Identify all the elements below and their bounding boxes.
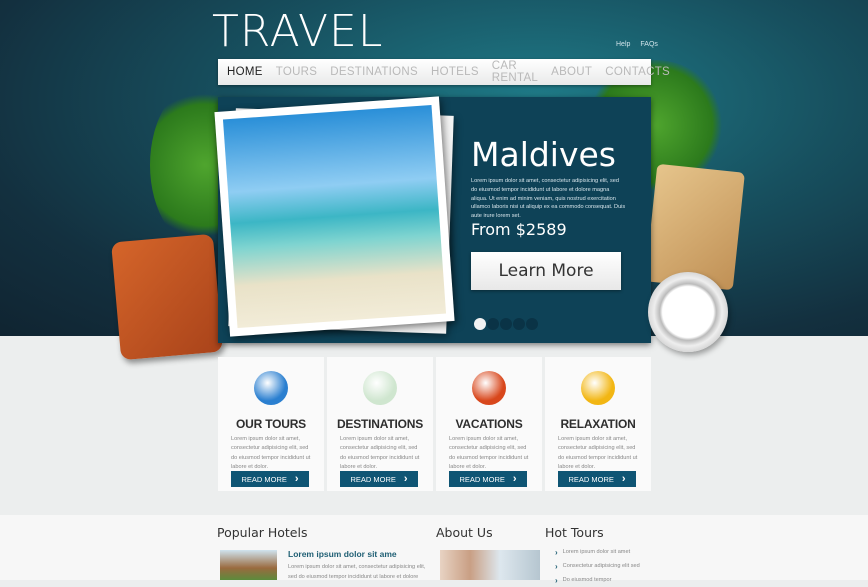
beach-image — [222, 104, 447, 329]
feature-text: Lorem ipsum dolor sit amet, consectetur … — [231, 436, 311, 470]
read-more-button[interactable]: READ MORE › — [558, 471, 636, 487]
nav-hotels[interactable]: HOTELS — [431, 66, 479, 78]
globe-icon — [254, 371, 288, 405]
slider-pagination — [474, 318, 538, 330]
slide-dot[interactable] — [474, 318, 486, 330]
chevron-right-icon: › — [621, 473, 626, 485]
main-nav: HOME TOURS DESTINATIONS HOTELS CAR RENTA… — [218, 59, 670, 85]
hot-tours-list: › Lorem ipsum dolor sit amet › Consectetur… — [555, 545, 640, 587]
help-link[interactable]: Help — [616, 41, 630, 48]
hotel-title-link[interactable]: Lorem ipsum dolor sit ame — [288, 549, 397, 559]
compass-image — [648, 272, 728, 352]
feature-title: RELAXATION — [560, 417, 636, 431]
suitcase-image — [111, 233, 223, 361]
faqs-link[interactable]: FAQs — [640, 41, 658, 48]
chevron-right-icon: › — [294, 473, 299, 485]
bottom-section — [0, 515, 868, 580]
slide-dot[interactable] — [513, 318, 525, 330]
about-us-heading: About Us — [436, 525, 493, 540]
about-image — [440, 550, 540, 580]
slide-price: From $2589 — [471, 220, 567, 239]
slide-title: Maldives — [471, 135, 617, 174]
feature-text: Lorem ipsum dolor sit amet, consectetur … — [558, 436, 638, 470]
slide-dot[interactable] — [500, 318, 512, 330]
feature-card: VACATIONS Lorem ipsum dolor sit amet, co… — [436, 357, 542, 491]
chevron-right-icon: › — [512, 473, 517, 485]
read-more-button[interactable]: READ MORE › — [340, 471, 418, 487]
popular-hotels-heading: Popular Hotels — [217, 525, 308, 540]
starfish-icon — [472, 371, 506, 405]
feature-card: DESTINATIONS Lorem ipsum dolor sit amet,… — [327, 357, 433, 491]
feature-title: DESTINATIONS — [336, 417, 424, 431]
nav-contacts[interactable]: CONTACTS — [605, 66, 670, 78]
read-more-button[interactable]: READ MORE › — [231, 471, 309, 487]
chevron-right-icon: › — [555, 561, 558, 571]
hot-tour-item[interactable]: › Do eiusmod tempor — [555, 573, 640, 587]
hot-tour-item[interactable]: › Consectetur adipisicing elit sed — [555, 559, 640, 573]
cocktail-icon — [581, 371, 615, 405]
chevron-right-icon: › — [555, 575, 558, 585]
logo[interactable]: TRAVEL — [212, 6, 383, 57]
hotel-image[interactable] — [220, 550, 277, 580]
nav-destinations[interactable]: DESTINATIONS — [330, 66, 418, 78]
hot-tour-item[interactable]: › Lorem ipsum dolor sit amet — [555, 545, 640, 559]
feature-text: Lorem ipsum dolor sit amet, consectetur … — [340, 436, 420, 470]
map-image — [645, 163, 745, 291]
slide-dot[interactable] — [487, 318, 499, 330]
top-links: Help FAQs — [616, 41, 668, 48]
nav-car-rental[interactable]: CAR RENTAL — [492, 60, 538, 84]
slide-text: Lorem ipsum dolor sit amet, consectetur … — [471, 178, 626, 220]
feature-text: Lorem ipsum dolor sit amet, consectetur … — [449, 436, 529, 470]
feature-card: OUR TOURS Lorem ipsum dolor sit amet, co… — [218, 357, 324, 491]
nav-home[interactable]: HOME — [227, 66, 263, 78]
hotel-text: Lorem ipsum dolor sit amet, consectetur … — [288, 564, 426, 580]
feature-title: OUR TOURS — [236, 417, 306, 431]
flip-flops-icon — [363, 371, 397, 405]
chevron-right-icon: › — [555, 547, 558, 557]
chevron-right-icon: › — [403, 473, 408, 485]
feature-title: VACATIONS — [455, 417, 523, 431]
slide-photo — [214, 96, 455, 337]
hot-tours-heading: Hot Tours — [545, 525, 604, 540]
nav-tours[interactable]: TOURS — [276, 66, 318, 78]
feature-card: RELAXATION Lorem ipsum dolor sit amet, c… — [545, 357, 651, 491]
read-more-button[interactable]: READ MORE › — [449, 471, 527, 487]
nav-about[interactable]: ABOUT — [551, 66, 592, 78]
slide-dot[interactable] — [526, 318, 538, 330]
learn-more-button[interactable]: Learn More — [471, 252, 621, 290]
